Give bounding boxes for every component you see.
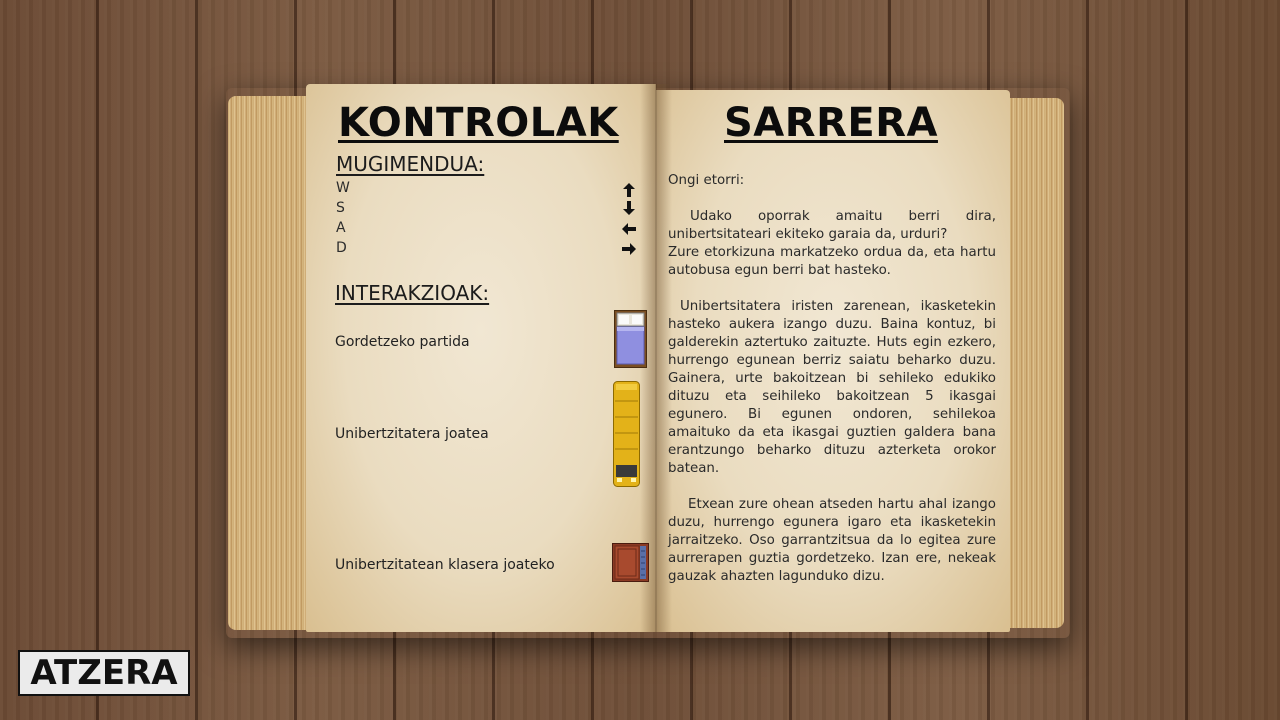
arrow-right-icon	[620, 240, 638, 258]
intro-text: Ongi etorri: Udako oporrak amaitu berri …	[668, 172, 996, 586]
action-go-university-label: Unibertzitatera joatea	[335, 426, 489, 442]
book-page-edges-left	[228, 96, 318, 630]
intro-paragraph: Zure etorkizuna markatzeko ordua da, eta…	[668, 245, 996, 278]
movement-heading: MUGIMENDUA:	[336, 152, 485, 176]
intro-paragraph: Ongi etorri:	[668, 173, 745, 188]
arrow-down-icon	[620, 199, 638, 217]
action-go-class-label: Unibertzitatean klasera joateko	[335, 557, 555, 573]
intro-paragraph: Unibertsitatera iristen zarenean, ikaske…	[668, 299, 996, 476]
arrow-left-icon	[620, 220, 638, 238]
arrow-up-icon	[620, 181, 638, 199]
bed-icon	[614, 310, 647, 372]
key-s: S	[336, 200, 345, 216]
action-save-label: Gordetzeko partida	[335, 334, 470, 350]
back-button-label: ATZERA	[30, 653, 178, 693]
intro-paragraph: Udako oporrak amaitu berri dira, unibert…	[668, 209, 996, 242]
key-d: D	[336, 240, 347, 256]
back-button[interactable]: ATZERA	[18, 650, 190, 696]
key-w: W	[336, 180, 350, 196]
interactions-heading: INTERAKZIOAK:	[335, 281, 490, 305]
intro-paragraph: Etxean zure ohean atseden hartu ahal iza…	[668, 497, 996, 584]
door-icon	[612, 543, 649, 586]
intro-title: SARRERA	[724, 100, 938, 146]
key-a: A	[336, 220, 346, 236]
controls-title: KONTROLAK	[338, 100, 619, 146]
bus-icon	[613, 381, 640, 491]
